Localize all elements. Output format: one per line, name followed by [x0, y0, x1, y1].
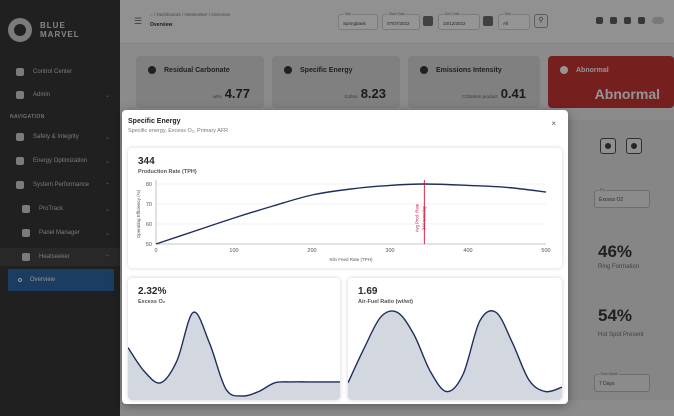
- excess-o2-chart: [128, 311, 340, 400]
- area-fill: [128, 312, 340, 400]
- close-icon[interactable]: ×: [551, 119, 556, 128]
- air-fuel-ratio-panel: 1.69 Air-Fuel Ratio (wt/wt): [348, 278, 562, 400]
- x-tick-label: 300: [385, 248, 394, 254]
- excess-o2-panel: 2.32% Excess O₂: [128, 278, 340, 400]
- annotation-label: Avg Prod. Rate: [414, 203, 419, 232]
- x-tick-label: 0: [154, 248, 157, 254]
- y-tick-label: 60: [146, 222, 152, 228]
- annotation-label: 344 tons/day: [421, 205, 426, 230]
- x-tick-label: 400: [463, 248, 472, 254]
- x-tick-label: 200: [307, 248, 316, 254]
- y-axis-label: Operating Efficiency (%): [136, 189, 141, 238]
- air-fuel-ratio-chart: [348, 310, 562, 400]
- y-tick-label: 70: [146, 202, 152, 208]
- production-rate-panel: 344 Production Rate (TPH) 50 60 70 80 0 100 20…: [128, 148, 562, 268]
- y-tick-label: 80: [146, 182, 152, 188]
- production-rate-line: [155, 183, 547, 245]
- production-rate-chart: 50 60 70 80 0 100 200 300 400 500 Kiln Feed Rate (…: [136, 180, 551, 262]
- modal-subtitle: Specific energy, Excess O₂, Primary AFR: [128, 128, 229, 134]
- modal-title: Specific Energy: [128, 118, 181, 125]
- y-tick-label: 50: [146, 242, 152, 248]
- x-axis-label: Kiln Feed Rate (TPH): [329, 257, 373, 262]
- x-tick-label: 500: [541, 248, 550, 254]
- specific-energy-modal: Specific Energy Specific energy, Excess …: [122, 110, 568, 404]
- x-tick-label: 100: [229, 248, 238, 254]
